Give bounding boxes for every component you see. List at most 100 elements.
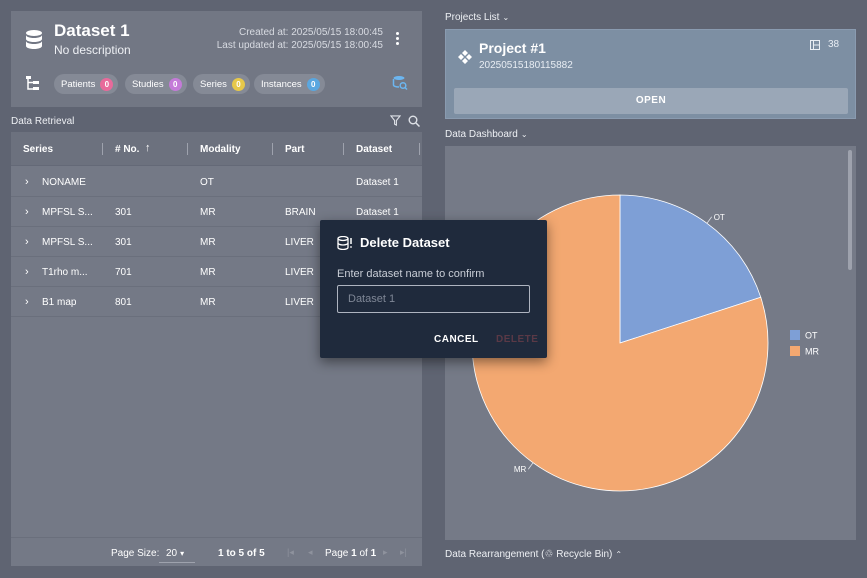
- arrow-up-icon[interactable]: ↑: [145, 142, 151, 154]
- cell-series: MPFSL S...: [42, 237, 93, 248]
- cell-modality: OT: [200, 177, 214, 188]
- last-page-icon[interactable]: ▸|: [400, 547, 407, 558]
- cell-modality: MR: [200, 297, 216, 308]
- delete-button[interactable]: DELETE: [496, 334, 538, 345]
- data-dashboard-toggle[interactable]: Data Dashboard ⌄: [445, 129, 528, 140]
- chip-label: Series: [200, 78, 227, 90]
- pie-label-ot: OT: [714, 213, 725, 222]
- page-of-word: of: [359, 548, 368, 559]
- page-current: 1: [351, 548, 357, 559]
- chip-count-badge: 0: [306, 77, 320, 91]
- chip-count-badge: 0: [168, 77, 182, 91]
- cell-no: 301: [115, 237, 132, 248]
- chip-label: Instances: [261, 78, 302, 90]
- pagination-bar: Page Size: 20 ▾ 1 to 5 of 5 |◂ ◂ Page 1 o…: [11, 537, 422, 566]
- created-at-text: Created at: 2025/05/15 18:00:45: [238, 27, 383, 38]
- chip-label: Studies: [132, 78, 164, 90]
- dataset-description: No description: [54, 43, 131, 57]
- table-row[interactable]: › NONAME OT Dataset 1: [11, 167, 422, 197]
- row-range-text: 1 to 5 of 5: [218, 548, 265, 559]
- cell-dataset: Dataset 1: [356, 207, 399, 218]
- legend-swatch-ot[interactable]: [790, 330, 800, 340]
- column-divider[interactable]: [343, 143, 344, 155]
- dataset-name-input[interactable]: [337, 285, 530, 313]
- column-divider[interactable]: [419, 143, 420, 155]
- dashboard-scrollbar[interactable]: [848, 150, 852, 270]
- cell-series: T1rho m...: [42, 267, 88, 278]
- pie-label-mr: MR: [514, 465, 527, 474]
- project-count: 38: [828, 39, 840, 50]
- more-options-icon[interactable]: [392, 31, 402, 47]
- chevron-right-icon[interactable]: ›: [25, 296, 29, 308]
- cell-modality: MR: [200, 267, 216, 278]
- cell-part: BRAIN: [285, 207, 316, 218]
- pie-leader-line: [527, 462, 534, 470]
- open-project-button[interactable]: OPEN: [454, 88, 848, 114]
- cell-series: MPFSL S...: [42, 207, 93, 218]
- projects-list-label: Projects List: [445, 12, 500, 23]
- chevron-right-icon[interactable]: ›: [25, 176, 29, 188]
- column-header-modality[interactable]: Modality: [200, 144, 241, 155]
- chip-instances[interactable]: Instances 0: [254, 74, 325, 94]
- legend-label-ot[interactable]: OT: [805, 331, 818, 341]
- page-size-select[interactable]: 20 ▾: [159, 543, 195, 563]
- column-header-no[interactable]: # No.: [115, 144, 139, 155]
- chip-patients[interactable]: Patients 0: [54, 74, 119, 94]
- chevron-right-icon[interactable]: ›: [25, 266, 29, 278]
- cell-modality: MR: [200, 237, 216, 248]
- projects-list-toggle[interactable]: Projects List ⌄: [445, 12, 509, 23]
- column-divider[interactable]: [102, 143, 103, 155]
- first-page-icon[interactable]: |◂: [287, 547, 294, 558]
- chip-label: Patients: [61, 78, 96, 90]
- dataset-count-icon: [810, 40, 820, 50]
- cell-no: 301: [115, 207, 132, 218]
- filter-icon[interactable]: [390, 115, 401, 126]
- chevron-down-icon: ⌄: [520, 130, 528, 139]
- database-alert-icon: [337, 236, 352, 250]
- data-dashboard-label: Data Dashboard: [445, 129, 518, 140]
- column-header-part[interactable]: Part: [285, 144, 304, 155]
- page-word: Page: [325, 548, 349, 559]
- chevron-right-icon[interactable]: ›: [25, 236, 29, 248]
- dialog-prompt: Enter dataset name to confirm: [337, 268, 485, 280]
- cell-dataset: Dataset 1: [356, 177, 399, 188]
- chevron-down-icon: ⌄: [502, 13, 510, 22]
- data-rearrangement-toggle[interactable]: Data Rearrangement (♲ Recycle Bin) ⌃: [445, 549, 622, 560]
- dataset-header-card: Dataset 1 No description Created at: 202…: [11, 11, 422, 107]
- column-header-dataset[interactable]: Dataset: [356, 144, 392, 155]
- next-page-icon[interactable]: ▸: [383, 547, 388, 558]
- project-card[interactable]: Project #1 20250515180115882 38 OPEN: [445, 29, 856, 119]
- table-header: Series # No. ↑ Modality Part Dataset: [11, 132, 422, 166]
- page-total: 1: [370, 548, 377, 559]
- tree-view-icon[interactable]: [25, 75, 41, 91]
- database-search-icon[interactable]: [392, 75, 408, 91]
- page-size-label: Page Size:: [111, 548, 160, 559]
- updated-at-text: Last updated at: 2025/05/15 18:00:45: [216, 40, 383, 51]
- search-icon[interactable]: [408, 115, 420, 127]
- chip-count-badge: 0: [231, 77, 245, 91]
- dataset-title: Dataset 1: [54, 21, 130, 40]
- project-title: Project #1: [479, 40, 546, 56]
- column-divider[interactable]: [272, 143, 273, 155]
- cancel-button[interactable]: CANCEL: [434, 334, 479, 345]
- chevron-right-icon[interactable]: ›: [25, 206, 29, 218]
- cell-modality: MR: [200, 207, 216, 218]
- previous-page-icon[interactable]: ◂: [308, 547, 313, 558]
- cell-part: LIVER: [285, 297, 314, 308]
- data-rearrangement-label: Data Rearrangement (♲ Recycle Bin): [445, 549, 613, 560]
- page-indicator: Page 1 of 1: [325, 548, 376, 559]
- project-icon: [458, 50, 472, 64]
- dialog-title: Delete Dataset: [360, 235, 450, 250]
- column-divider[interactable]: [187, 143, 188, 155]
- chip-series[interactable]: Series 0: [193, 74, 250, 94]
- legend-swatch-mr[interactable]: [790, 346, 800, 356]
- legend-label-mr[interactable]: MR: [805, 347, 819, 357]
- cell-part: LIVER: [285, 267, 314, 278]
- cell-no: 801: [115, 297, 132, 308]
- column-header-series[interactable]: Series: [23, 144, 53, 155]
- chevron-up-icon: ⌃: [615, 550, 623, 559]
- chip-studies[interactable]: Studies 0: [125, 74, 187, 94]
- project-id: 20250515180115882: [479, 60, 573, 71]
- caret-down-icon: ▾: [180, 549, 185, 558]
- cell-part: LIVER: [285, 237, 314, 248]
